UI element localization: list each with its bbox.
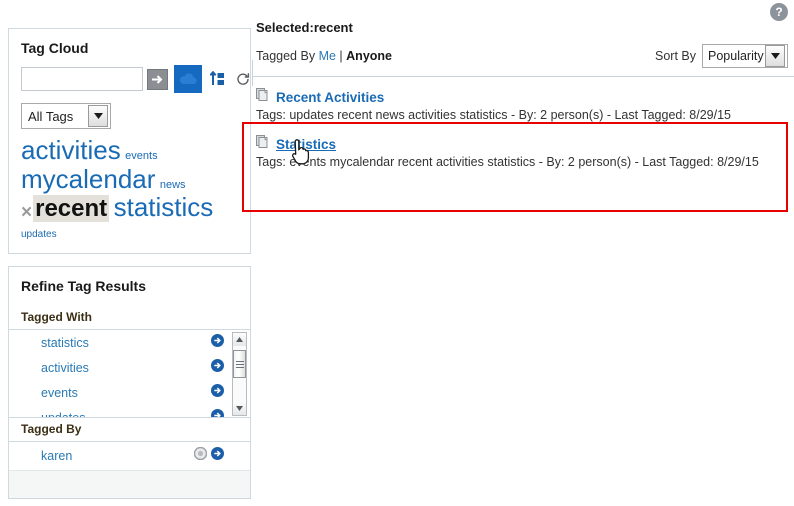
- sort-by-label: Sort By: [655, 49, 696, 63]
- result-title-row: Recent Activities: [256, 87, 794, 107]
- main-content: Selected:recent Tagged By Me | Anyone So…: [252, 20, 794, 179]
- tagged-by-filter: Tagged By Me | Anyone: [256, 49, 392, 63]
- sort-by-select[interactable]: Popularity: [702, 44, 788, 68]
- go-arrow-icon[interactable]: [147, 68, 168, 90]
- selected-tag-value: recent: [313, 20, 353, 35]
- scroll-up-icon[interactable]: [233, 333, 246, 347]
- list-item[interactable]: karen: [9, 442, 250, 470]
- remove-tag-icon[interactable]: ×: [21, 202, 32, 223]
- tagged-by-header: Tagged By: [9, 417, 250, 442]
- arrow-right-icon[interactable]: [211, 447, 224, 465]
- result-item: Statistics Tags: events mycalendar recen…: [256, 134, 794, 169]
- arrow-right-icon[interactable]: [211, 333, 224, 352]
- selected-prefix-label: Selected:: [256, 20, 314, 35]
- tag-filter-value: All Tags: [28, 108, 74, 124]
- list-item[interactable]: updates: [9, 405, 250, 418]
- tagged-by-label: Tagged By: [256, 49, 316, 63]
- tag-cloud-toolbar: [9, 64, 250, 94]
- documents-icon: [256, 87, 271, 107]
- tag-cloud-title: Tag Cloud: [21, 40, 89, 56]
- tagged-by-list: karen: [9, 441, 250, 499]
- sort-by-control: Sort By Popularity: [655, 44, 788, 68]
- documents-icon: [256, 134, 271, 154]
- results-list: Recent Activities Tags: updates recent n…: [252, 77, 794, 169]
- arrow-right-icon[interactable]: [211, 383, 224, 402]
- result-title-row: Statistics: [256, 134, 794, 154]
- tag-cloud-row: mycalendar news: [21, 164, 240, 194]
- refine-tag-results-panel: Refine Tag Results Tagged With statistic…: [8, 266, 251, 500]
- refine-list-scrollbar[interactable]: [232, 332, 247, 417]
- scrollbar-track[interactable]: [233, 346, 246, 403]
- list-item[interactable]: statistics: [9, 330, 250, 355]
- refine-tag-updates[interactable]: updates: [41, 411, 211, 418]
- result-meta: Tags: updates recent news activities sta…: [256, 108, 732, 122]
- tag-activities[interactable]: activities: [21, 135, 121, 165]
- list-item[interactable]: events: [9, 380, 250, 405]
- tag-cloud-list: activities events mycalendar news × recen…: [9, 129, 250, 253]
- tag-updates[interactable]: updates: [21, 229, 57, 240]
- refine-tag-events[interactable]: events: [41, 386, 211, 400]
- tag-search-input[interactable]: [21, 67, 143, 91]
- refine-person-karen[interactable]: karen: [41, 449, 194, 463]
- tag-events[interactable]: events: [125, 150, 157, 162]
- refine-tag-activities[interactable]: activities: [41, 361, 211, 375]
- scrollbar-thumb[interactable]: [233, 350, 246, 379]
- tag-statistics[interactable]: statistics: [114, 192, 214, 222]
- tag-cloud-row: updates: [21, 225, 240, 241]
- result-link-statistics[interactable]: Statistics: [276, 137, 336, 152]
- refine-tag-statistics[interactable]: statistics: [41, 336, 211, 350]
- cloud-icon[interactable]: [174, 65, 202, 93]
- result-item: Recent Activities Tags: updates recent n…: [256, 87, 794, 122]
- tagged-with-list: statistics activities events: [9, 329, 250, 418]
- results-header: Tagged By Me | Anyone Sort By Popularity: [252, 35, 794, 77]
- page-root: ? Tag Cloud All Tags activities events m…: [0, 0, 794, 506]
- arrow-right-icon[interactable]: [211, 408, 224, 418]
- list-item[interactable]: activities: [9, 355, 250, 380]
- tag-mycalendar[interactable]: mycalendar: [21, 164, 155, 194]
- scroll-down-icon[interactable]: [233, 402, 246, 416]
- selected-tag-line: Selected:recent: [252, 20, 794, 35]
- tag-cloud-panel: Tag Cloud All Tags activities events myc…: [8, 28, 251, 255]
- result-link-recent-activities[interactable]: Recent Activities: [276, 90, 384, 105]
- filter-me-link[interactable]: Me: [319, 49, 336, 63]
- circle-target-icon[interactable]: [193, 447, 208, 465]
- panel-footer: [9, 470, 250, 499]
- refine-title: Refine Tag Results: [21, 278, 146, 295]
- chevron-down-icon: [765, 45, 785, 67]
- chevron-down-icon: [88, 105, 108, 127]
- arrow-right-icon[interactable]: [211, 358, 224, 377]
- result-meta: Tags: events mycalendar recent activitie…: [256, 155, 759, 169]
- filter-anyone-link[interactable]: Anyone: [346, 49, 392, 63]
- filter-separator: |: [339, 49, 343, 63]
- tag-recent-selected[interactable]: recent: [33, 195, 110, 223]
- left-sidebar: Tag Cloud All Tags activities events myc…: [8, 28, 251, 500]
- tag-filter-select[interactable]: All Tags: [21, 103, 111, 129]
- add-tag-icon[interactable]: [210, 71, 225, 87]
- refresh-icon[interactable]: [236, 72, 250, 86]
- tag-cloud-row: × recent statistics: [21, 194, 240, 223]
- tagged-with-header: Tagged With: [9, 302, 250, 330]
- sort-by-value: Popularity: [708, 49, 764, 63]
- help-icon[interactable]: ?: [770, 3, 788, 21]
- tag-cloud-row: activities events: [21, 137, 240, 164]
- tag-news[interactable]: news: [160, 179, 186, 191]
